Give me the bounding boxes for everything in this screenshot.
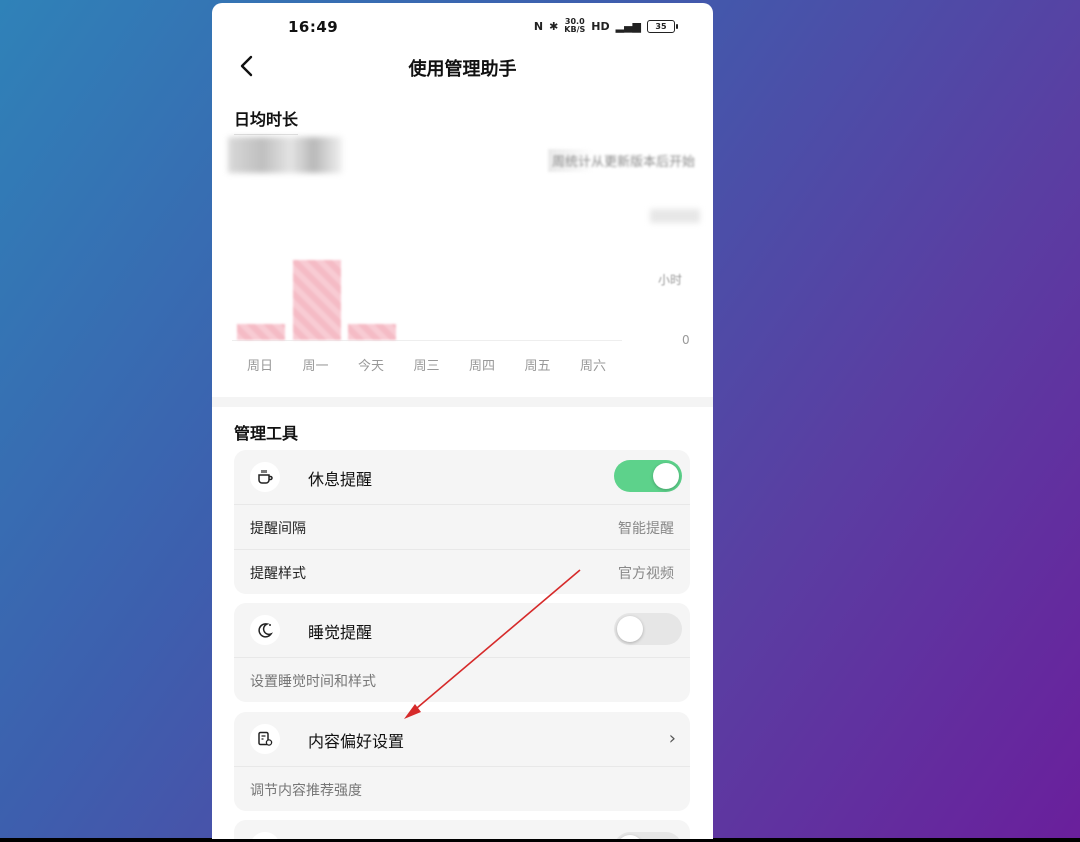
signal-icon: ▂▄▆ (615, 19, 641, 33)
usage-bar (348, 324, 396, 340)
battery-icon: 35 (647, 19, 678, 33)
network-speed: 30.0 KB/S (564, 18, 585, 34)
y-mid-label: 小时 (658, 273, 683, 287)
rest-reminder-card: 休息提醒 提醒间隔 智能提醒 提醒样式 官方视频 (234, 450, 690, 594)
reminder-style-row[interactable]: 提醒样式 官方视频 (234, 549, 690, 594)
sleep-reminder-card: 睡觉提醒 设置睡觉时间和样式 (234, 603, 690, 702)
day-label: 周日 (246, 359, 273, 374)
chevron-right-icon: › (668, 728, 676, 749)
next-tool-toggle[interactable] (614, 832, 682, 839)
toggle-knob (617, 835, 643, 839)
next-tool-card[interactable] (234, 820, 690, 839)
sleep-reminder-toggle[interactable] (614, 613, 682, 645)
sleep-reminder-desc: 设置睡觉时间和样式 (250, 674, 376, 690)
coffee-cup-icon (250, 462, 280, 492)
content-preference-title: 内容偏好设置 (308, 732, 405, 751)
content-settings-icon (250, 724, 280, 754)
sleep-settings-row[interactable]: 设置睡觉时间和样式 (234, 657, 690, 702)
y-zero-label: 0 (682, 333, 690, 347)
nfc-icon: N (533, 19, 544, 33)
sleep-reminder-title: 睡觉提醒 (308, 623, 373, 642)
usage-bar (292, 260, 341, 340)
phone-screen: 16:49 N ✱ 30.0 KB/S HD ▂▄▆ 35 使用管理助手 日均时… (212, 3, 713, 839)
day-label: 周六 (579, 359, 606, 374)
content-preference-card[interactable]: 内容偏好设置 › 调节内容推荐强度 (234, 712, 690, 811)
reminder-style-label: 提醒样式 (250, 566, 306, 582)
tools-title: 管理工具 (234, 424, 299, 443)
nav-bar: 使用管理助手 (212, 43, 713, 89)
content-preference-desc-row: 调节内容推荐强度 (234, 766, 690, 811)
content-preference-desc: 调节内容推荐强度 (250, 783, 362, 799)
next-tool-icon (250, 832, 280, 839)
usage-bar (237, 324, 285, 340)
rest-reminder-toggle[interactable] (614, 460, 682, 492)
toggle-knob (617, 616, 643, 642)
section-divider (212, 397, 713, 407)
day-label: 周五 (524, 359, 551, 374)
day-label: 今天 (357, 359, 384, 374)
reminder-interval-value: 智能提醒 (618, 521, 674, 537)
rest-reminder-header: 休息提醒 (234, 450, 690, 504)
content-preference-header[interactable]: 内容偏好设置 › (234, 712, 690, 766)
hd-icon: HD (591, 19, 610, 33)
status-icons: N ✱ 30.0 KB/S HD ▂▄▆ 35 (533, 18, 678, 34)
battery-level: 35 (655, 21, 667, 31)
usage-value-redacted (228, 137, 342, 173)
day-label: 周一 (302, 359, 329, 374)
sleep-reminder-header: 睡觉提醒 (234, 603, 690, 657)
daily-usage-title: 日均时长 (234, 106, 299, 135)
status-time: 16:49 (288, 18, 339, 36)
rest-reminder-title: 休息提醒 (308, 470, 373, 489)
y-max-redacted (650, 209, 700, 223)
bluetooth-icon: ✱ (549, 19, 559, 33)
day-label: 周四 (468, 359, 495, 374)
reminder-style-value: 官方视频 (618, 566, 674, 582)
reminder-interval-label: 提醒间隔 (250, 521, 306, 537)
chart-baseline (232, 340, 622, 341)
network-speed-unit: KB/S (564, 25, 586, 34)
page-title: 使用管理助手 (408, 59, 517, 80)
reminder-interval-row[interactable]: 提醒间隔 智能提醒 (234, 504, 690, 549)
moon-icon (250, 615, 280, 645)
chart-note: 周统计从更新版本后开始 (547, 149, 699, 172)
day-label: 周三 (413, 359, 440, 374)
toggle-knob (653, 463, 679, 489)
